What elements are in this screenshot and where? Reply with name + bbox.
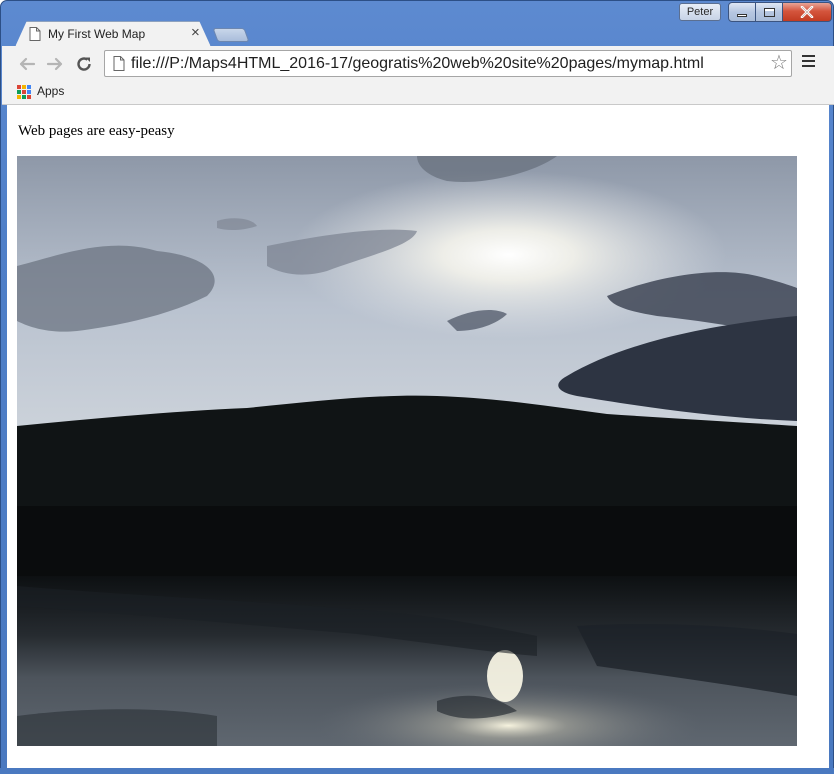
bookmarks-bar: Apps bbox=[2, 80, 834, 105]
forward-arrow-icon bbox=[46, 57, 63, 71]
hamburger-menu-icon[interactable] bbox=[802, 55, 818, 71]
star-icon[interactable]: ☆ bbox=[770, 53, 788, 73]
close-window-button[interactable] bbox=[783, 2, 832, 22]
new-tab-button[interactable] bbox=[212, 28, 250, 42]
page-icon bbox=[29, 27, 41, 41]
page-content: Web pages are easy-peasy bbox=[7, 105, 829, 769]
sunset-lake-photo bbox=[17, 156, 797, 746]
window-bottom-border bbox=[0, 768, 834, 774]
back-button[interactable] bbox=[17, 54, 37, 74]
minimize-icon bbox=[737, 13, 747, 17]
apps-grid-icon[interactable] bbox=[17, 85, 31, 99]
back-arrow-icon bbox=[19, 57, 36, 71]
browser-window: Peter My First Web Map × file:///P:/Maps… bbox=[0, 0, 834, 774]
address-bar[interactable]: file:///P:/Maps4HTML_2016-17/geogratis%2… bbox=[104, 50, 792, 77]
profile-button[interactable]: Peter bbox=[679, 3, 721, 21]
tab-my-first-web-map[interactable]: My First Web Map × bbox=[15, 21, 211, 47]
reload-button[interactable] bbox=[74, 54, 94, 74]
url-text[interactable]: file:///P:/Maps4HTML_2016-17/geogratis%2… bbox=[131, 55, 704, 73]
page-heading-text: Web pages are easy-peasy bbox=[18, 123, 175, 139]
close-icon bbox=[800, 6, 814, 18]
tab-title: My First Web Map bbox=[48, 27, 146, 41]
toolbar: file:///P:/Maps4HTML_2016-17/geogratis%2… bbox=[2, 46, 834, 80]
maximize-button[interactable] bbox=[756, 2, 783, 22]
maximize-icon bbox=[763, 7, 775, 17]
reload-icon bbox=[77, 57, 91, 71]
bookmark-apps[interactable]: Apps bbox=[37, 84, 64, 98]
title-bar[interactable]: Peter My First Web Map × bbox=[1, 1, 833, 47]
tab-close-icon[interactable]: × bbox=[191, 25, 200, 41]
forward-button[interactable] bbox=[45, 54, 65, 74]
file-page-icon bbox=[113, 56, 125, 71]
photo-image bbox=[17, 156, 797, 746]
minimize-button[interactable] bbox=[728, 2, 756, 22]
window-controls bbox=[728, 2, 832, 22]
